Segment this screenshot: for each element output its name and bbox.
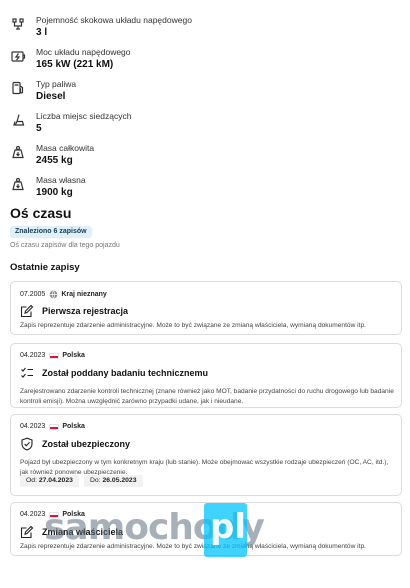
battery-power-icon — [11, 51, 26, 62]
event-title: Pierwsza rejestracja — [42, 306, 129, 316]
event-country: Polska — [62, 423, 85, 430]
spec-fuel-type: Typ paliwa Diesel — [0, 72, 410, 104]
spec-engine-capacity: Pojemność skokowa układu napędowego 3 l — [0, 8, 410, 40]
event-country: Polska — [62, 352, 85, 359]
spec-label: Pojemność skokowa układu napędowego — [36, 15, 192, 25]
spec-label: Masa całkowita — [36, 143, 95, 153]
records-count-badge: Znaleziono 6 zapisów — [10, 226, 92, 238]
spec-label: Typ paliwa — [36, 79, 77, 89]
checklist-icon — [21, 367, 33, 378]
to-date: 26.05.2023 — [102, 477, 137, 484]
event-date: 04.2023 — [20, 352, 46, 359]
spec-label: Liczba miejsc siedzących — [36, 111, 132, 121]
event-country: Kraj nieznany — [61, 291, 107, 298]
poland-flag-icon — [49, 423, 60, 430]
event-title: Zmiana właściciela — [42, 527, 124, 537]
event-card-insured[interactable]: 04.2023 Polska Został ubezpieczony Pojaz… — [10, 414, 402, 496]
spec-seats: Liczba miejsc siedzących 5 — [0, 104, 410, 136]
event-description: Zarejestrowano zdarzenie kontroli techni… — [20, 388, 394, 405]
event-description: Zapis reprezentuje zdarzenie administrac… — [20, 322, 366, 329]
edit-document-icon — [20, 525, 34, 539]
spec-label: Masa własna — [36, 175, 86, 185]
shield-check-icon — [21, 437, 33, 451]
spec-power: Moc układu napędowego 165 kW (221 kM) — [0, 40, 410, 72]
engine-icon — [12, 18, 24, 30]
spec-curb-weight: Masa własna 1900 kg — [0, 168, 410, 200]
event-card-first-registration[interactable]: 07.2005 Kraj nieznany Pierwsza rejestrac… — [10, 281, 402, 335]
event-title: Został ubezpieczony — [42, 439, 131, 449]
globe-icon — [49, 290, 58, 299]
insurance-from-tag: Od: 27.04.2023 — [20, 475, 79, 487]
recent-records-title: Ostatnie zapisy — [10, 262, 80, 273]
fuel-pump-icon — [12, 81, 24, 95]
edit-document-icon — [20, 304, 34, 318]
timeline-subnote: Oś czasu zapisów dla tego pojazdu — [10, 242, 120, 249]
spec-value: 2455 kg — [36, 155, 73, 166]
from-label: Od: — [26, 477, 37, 484]
spec-value: 3 l — [36, 27, 48, 38]
event-title: Został poddany badaniu technicznemu — [42, 368, 209, 378]
event-card-technical-inspection[interactable]: 04.2023 Polska Został poddany badaniu te… — [10, 343, 402, 408]
event-card-ownership-change[interactable]: 04.2023 Polska Zmiana właściciela Zapis … — [10, 502, 402, 556]
from-date: 27.04.2023 — [38, 477, 73, 484]
poland-flag-icon — [49, 511, 60, 518]
spec-value: 5 — [36, 123, 42, 134]
event-country: Polska — [62, 511, 85, 518]
seat-icon — [13, 114, 25, 126]
spec-value: 1900 kg — [36, 187, 73, 198]
event-meta: 04.2023 Polska — [20, 511, 85, 518]
event-meta: 04.2023 Polska — [20, 423, 85, 430]
event-description: Zapis reprezentuje zdarzenie administrac… — [20, 543, 366, 550]
spec-gross-weight: Masa całkowita 2455 kg — [0, 136, 410, 168]
vehicle-specs: Pojemność skokowa układu napędowego 3 l … — [0, 8, 410, 200]
insurance-to-tag: Do: 26.05.2023 — [84, 475, 143, 487]
poland-flag-icon — [49, 352, 60, 359]
weight-icon — [12, 177, 24, 191]
timeline-title: Oś czasu — [10, 205, 72, 221]
spec-value: Diesel — [36, 91, 66, 102]
weight-icon — [12, 145, 24, 159]
event-meta: 07.2005 Kraj nieznany — [20, 290, 107, 299]
spec-value: 165 kW (221 kM) — [36, 59, 114, 70]
event-date: 07.2005 — [20, 291, 46, 298]
event-date: 04.2023 — [20, 423, 46, 430]
event-meta: 04.2023 Polska — [20, 352, 85, 359]
spec-label: Moc układu napędowego — [36, 47, 131, 57]
to-label: Do: — [90, 477, 101, 484]
event-date: 04.2023 — [20, 511, 46, 518]
